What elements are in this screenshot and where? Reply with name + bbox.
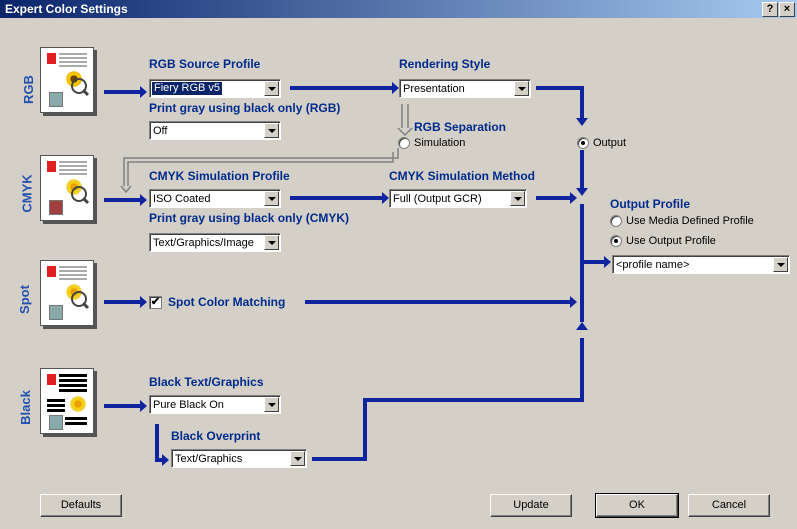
cmyk-page-thumbnail [40,155,94,221]
spot-color-matching-checkbox[interactable]: ✔ Spot Color Matching [149,295,285,309]
spot-page-thumbnail [40,260,94,326]
expert-color-settings-dialog: Expert Color Settings ? × RGB CMYK Spot … [0,0,797,529]
arrowhead [570,192,577,204]
rendering-style-select[interactable]: Presentation [399,79,531,98]
cmyk-sim-profile-value: ISO Coated [153,193,211,205]
arrowhead [576,118,588,126]
black-page-thumbnail [40,368,94,434]
rgb-source-profile-select[interactable]: Fiery RGB v5 [149,79,281,98]
simulation-radio-label: Simulation [414,137,466,149]
ok-button[interactable]: OK [595,493,679,518]
arrowhead [604,256,611,268]
arrowhead [140,296,147,308]
use-media-profile-label: Use Media Defined Profile [626,215,754,227]
cmyk-sim-profile-label: CMYK Simulation Profile [149,169,290,183]
cmyk-gray-label: Print gray using black only (CMYK) [149,211,350,225]
use-media-profile-radio[interactable]: Use Media Defined Profile [610,215,754,227]
cmyk-sim-profile-select[interactable]: ISO Coated [149,189,281,208]
update-button[interactable]: Update [490,494,572,517]
black-overprint-select[interactable]: Text/Graphics [171,449,307,468]
output-radio-label: Output [593,137,627,149]
row-label-cmyk: CMYK [19,174,35,213]
spot-color-matching-label: Spot Color Matching [168,295,286,309]
rendering-style-value: Presentation [403,83,465,95]
use-output-profile-label: Use Output Profile [626,235,716,247]
simulation-radio[interactable]: Simulation [398,137,465,149]
cancel-button[interactable]: Cancel [688,494,770,517]
chevron-down-icon[interactable] [514,81,529,96]
arrowhead [570,296,577,308]
chevron-down-icon[interactable] [773,257,788,272]
rgb-separation-label: RGB Separation [414,120,507,134]
rgb-gray-select[interactable]: Off [149,121,281,140]
cmyk-method-select[interactable]: Full (Output GCR) [389,189,527,208]
row-label-black: Black [17,390,33,425]
arrowhead [140,400,147,412]
chevron-down-icon[interactable] [264,235,279,250]
rgb-page-thumbnail [40,47,94,113]
chevron-down-icon[interactable] [264,123,279,138]
black-overprint-value: Text/Graphics [175,453,243,465]
cmyk-method-label: CMYK Simulation Method [389,169,535,183]
arrowhead [576,188,588,196]
chevron-down-icon[interactable] [264,81,279,96]
chevron-down-icon[interactable] [290,451,305,466]
rgb-gray-value: Off [153,125,168,137]
chevron-down-icon[interactable] [264,191,279,206]
radio-circle [398,137,410,149]
use-output-profile-radio[interactable]: Use Output Profile [610,235,716,247]
rendering-style-label: Rendering Style [399,57,491,71]
arrowhead [140,194,147,206]
black-text-graphics-label: Black Text/Graphics [149,375,264,389]
rgb-source-profile-value: Fiery RGB v5 [152,82,223,95]
chevron-down-icon[interactable] [510,191,525,206]
rgb-gray-label: Print gray using black only (RGB) [149,101,341,115]
radio-circle-selected [577,137,589,149]
defaults-button[interactable]: Defaults [40,494,122,517]
row-label-spot: Spot [16,285,32,314]
cmyk-method-value: Full (Output GCR) [393,193,482,205]
black-down-line [155,424,162,462]
black-text-graphics-value: Pure Black On [153,399,224,411]
cmyk-gray-select[interactable]: Text/Graphics/Image [149,233,281,252]
black-text-graphics-select[interactable]: Pure Black On [149,395,281,414]
arrowhead [576,322,588,330]
radio-circle-selected [610,235,622,247]
chevron-down-icon[interactable] [264,397,279,412]
radio-circle [610,215,622,227]
black-overprint-label: Black Overprint [171,429,261,443]
output-profile-value: <profile name> [616,259,690,271]
overprint-to-trunk-line [312,338,584,461]
rendering-to-output-line [536,86,584,118]
output-profile-label: Output Profile [610,197,690,211]
arrowhead [382,192,389,204]
rgb-source-profile-label: RGB Source Profile [149,57,261,71]
checkbox-checked-icon: ✔ [149,295,162,309]
arrowhead [392,82,399,94]
cmyk-gray-value: Text/Graphics/Image [153,237,254,249]
output-profile-select[interactable]: <profile name> [612,255,790,274]
output-radio[interactable]: Output [577,137,626,149]
arrowhead [162,454,169,466]
row-label-rgb: RGB [20,75,36,104]
arrowhead [140,86,147,98]
